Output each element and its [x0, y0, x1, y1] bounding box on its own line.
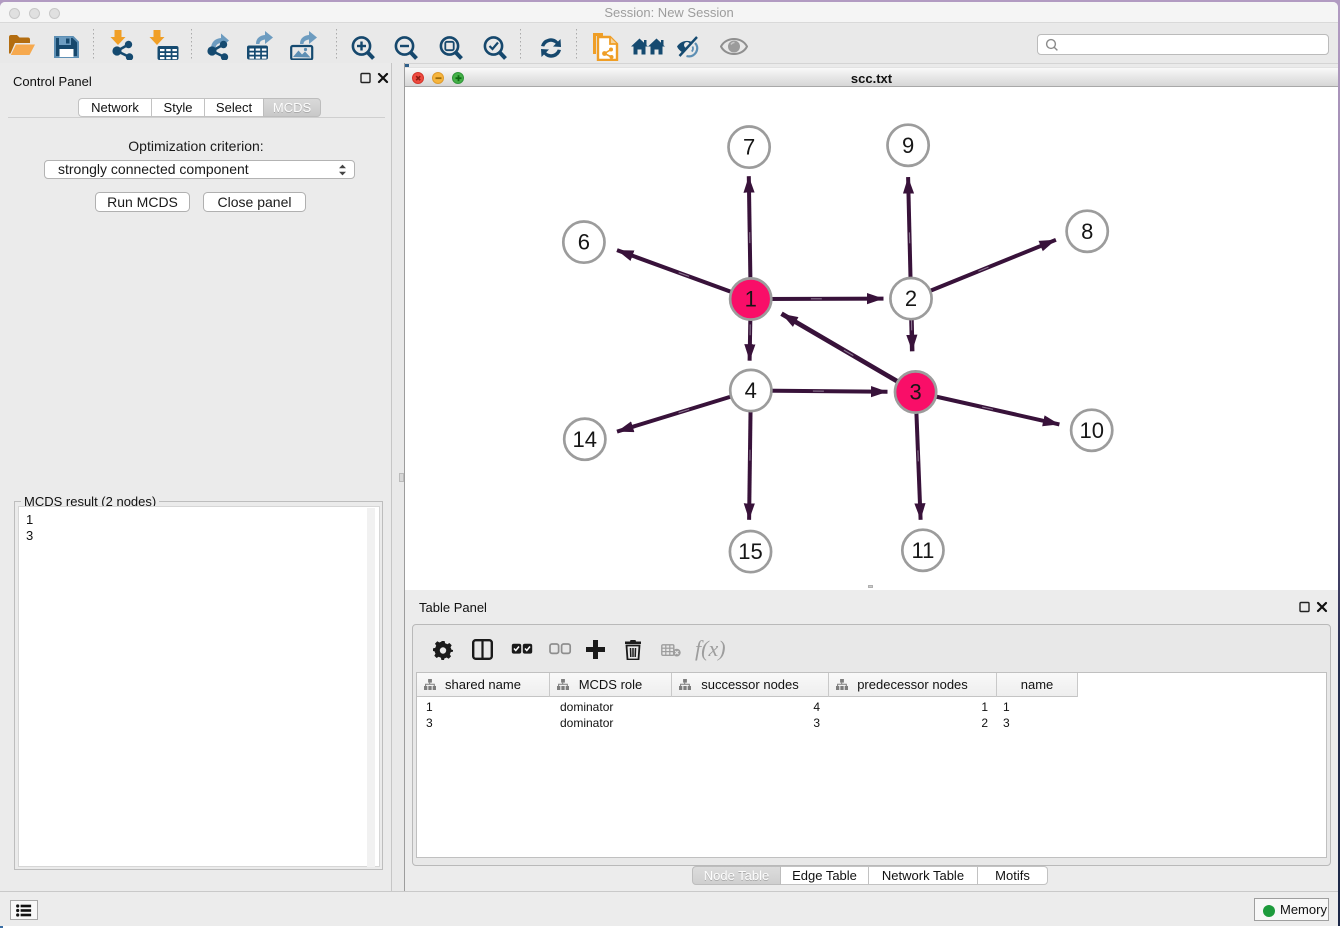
svg-text:3: 3 [909, 380, 921, 405]
svg-text:14: 14 [573, 427, 597, 452]
svg-text:4: 4 [745, 378, 757, 403]
svg-text:2: 2 [905, 286, 917, 311]
svg-text:7: 7 [743, 135, 755, 160]
svg-text:11: 11 [911, 538, 934, 563]
svg-text:1: 1 [745, 287, 757, 312]
svg-text:9: 9 [902, 133, 914, 158]
svg-text:6: 6 [578, 230, 590, 255]
svg-text:15: 15 [738, 539, 762, 564]
svg-text:10: 10 [1079, 418, 1103, 443]
svg-text:8: 8 [1081, 219, 1093, 244]
